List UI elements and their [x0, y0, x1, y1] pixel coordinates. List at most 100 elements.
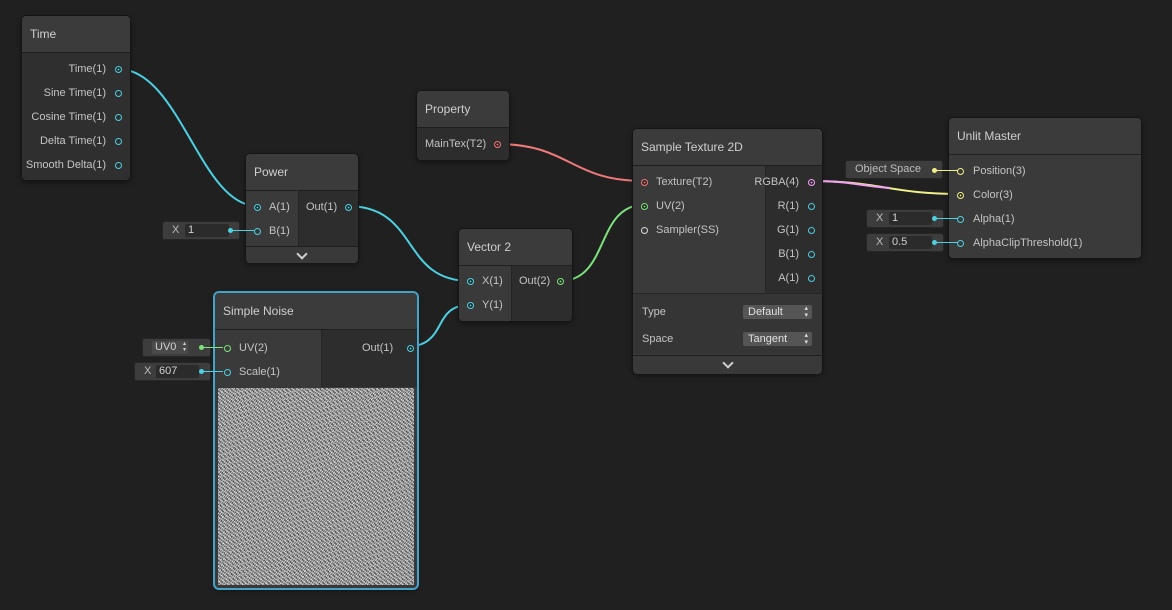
input-ports: UV(2) Scale(1) [215, 330, 321, 387]
port-dot-icon[interactable] [115, 161, 122, 169]
port-label: Out(1) [362, 342, 394, 354]
power-node[interactable]: Power A(1) B(1) Out(1) [246, 154, 358, 263]
port-dot-icon[interactable] [641, 178, 648, 186]
output-out[interactable]: Out(2) [519, 273, 550, 289]
port-dot-icon[interactable] [557, 277, 564, 285]
wire-vector2-to-uv[interactable] [559, 204, 645, 282]
port-label: B(1) [778, 248, 799, 260]
port-dot-icon[interactable] [808, 274, 815, 282]
output-cosine-time[interactable]: Cosine Time(1) [31, 109, 106, 125]
value-input[interactable]: 1 [185, 224, 229, 237]
input-y[interactable]: Y(1) [482, 297, 503, 313]
port-dot-icon[interactable] [808, 250, 815, 258]
port-dot-icon[interactable] [808, 178, 815, 186]
simple-noise-node[interactable]: Simple Noise UV(2) Scale(1) Out(1) [215, 293, 417, 588]
port-label: Out(1) [306, 201, 338, 213]
connection-wires [117, 68, 962, 348]
node-title[interactable]: Property [417, 91, 509, 128]
input-x[interactable]: X(1) [482, 273, 503, 289]
value-input[interactable]: 1 [889, 212, 932, 225]
type-dropdown[interactable]: Default ▴ ▾ [743, 305, 812, 319]
collapse-button[interactable] [633, 355, 822, 374]
up-down-arrows-icon: ▴ ▾ [804, 305, 808, 319]
port-dot-icon[interactable] [224, 368, 231, 376]
port-dot-icon[interactable] [254, 203, 261, 211]
port-dot-icon[interactable] [115, 113, 122, 121]
output-out[interactable]: Out(1) [362, 340, 393, 356]
field-value[interactable]: Object Space [855, 161, 921, 178]
port-dot-icon[interactable] [115, 65, 122, 73]
port-label: MainTex(T2) [425, 138, 487, 150]
input-scale[interactable]: Scale(1) [239, 364, 280, 380]
node-title[interactable]: Power [246, 154, 358, 191]
node-title[interactable]: Unlit Master [949, 118, 1141, 155]
input-ports: Texture(T2) UV(2) Sampler(SS) [633, 166, 765, 293]
port-dot-icon[interactable] [641, 202, 648, 210]
port-dot-icon[interactable] [345, 203, 352, 211]
output-time[interactable]: Time(1) [69, 61, 106, 77]
input-a[interactable]: A(1) [269, 199, 290, 215]
time-node[interactable]: Time Time(1) Sine Time(1) Cosine Time(1)… [22, 16, 130, 180]
output-a[interactable]: A(1) [778, 270, 799, 286]
output-r[interactable]: R(1) [778, 198, 799, 214]
output-g[interactable]: G(1) [777, 222, 799, 238]
chevron-down-icon [296, 248, 308, 260]
wire-rgba-to-color-pink [809, 180, 891, 189]
input-alpha[interactable]: Alpha(1) [973, 211, 1015, 227]
output-rgba[interactable]: RGBA(4) [754, 174, 799, 190]
input-alpha-clip-threshold[interactable]: AlphaClipThreshold(1) [973, 235, 1082, 251]
port-dot-icon[interactable] [224, 344, 231, 352]
space-dropdown[interactable]: Tangent ▴ ▾ [743, 332, 812, 346]
output-out[interactable]: Out(1) [306, 199, 337, 215]
port-dot-icon[interactable] [467, 301, 474, 309]
collapse-button[interactable] [246, 246, 358, 263]
port-dot-icon[interactable] [494, 140, 501, 148]
port-dot-icon[interactable] [115, 89, 122, 97]
output-b[interactable]: B(1) [778, 246, 799, 262]
port-dot-icon[interactable] [957, 167, 964, 175]
field-axis-label: X [144, 365, 152, 377]
port-dot-icon[interactable] [957, 215, 964, 223]
graph-canvas[interactable]: Time Time(1) Sine Time(1) Cosine Time(1)… [0, 0, 1172, 610]
value-input[interactable]: 0.5 [889, 236, 932, 249]
input-texture[interactable]: Texture(T2) [656, 174, 712, 190]
input-uv[interactable]: UV(2) [239, 340, 268, 356]
port-label: X(1) [482, 275, 503, 287]
port-dot-icon[interactable] [407, 344, 414, 352]
port-dot-icon[interactable] [808, 202, 815, 210]
sample-texture-2d-node[interactable]: Sample Texture 2D Texture(T2) UV(2) Samp… [633, 129, 822, 374]
input-position[interactable]: Position(3) [973, 163, 1026, 179]
wire-time-to-power-a[interactable] [117, 68, 258, 207]
wire-property-to-texture[interactable] [496, 143, 645, 182]
output-delta-time[interactable]: Delta Time(1) [40, 133, 106, 149]
input-color[interactable]: Color(3) [973, 187, 1013, 203]
node-title[interactable]: Simple Noise [215, 293, 417, 330]
input-sampler[interactable]: Sampler(SS) [656, 222, 719, 238]
output-maintex[interactable]: MainTex(T2) [425, 136, 486, 152]
port-dot-icon[interactable] [467, 277, 474, 285]
port-label: Texture(T2) [656, 176, 713, 188]
unlit-master-node[interactable]: Unlit Master Position(3) Color(3) Alpha(… [949, 118, 1141, 258]
port-dot-icon[interactable] [641, 226, 648, 234]
port-label: A(1) [269, 201, 290, 213]
port-dot-icon[interactable] [115, 137, 122, 145]
port-dot-icon[interactable] [254, 227, 261, 235]
output-sine-time[interactable]: Sine Time(1) [44, 85, 106, 101]
node-title[interactable]: Vector 2 [459, 229, 572, 266]
port-label: UV(2) [239, 342, 268, 354]
output-smooth-delta[interactable]: Smooth Delta(1) [26, 157, 106, 173]
port-dot-icon[interactable] [808, 226, 815, 234]
uv-channel-select[interactable]: UV0 ▴ ▾ [152, 341, 188, 354]
property-node[interactable]: Property MainTex(T2) [417, 91, 509, 160]
wire-rgba-to-color[interactable] [809, 180, 962, 195]
port-dot-icon[interactable] [957, 239, 964, 247]
node-title[interactable]: Time [22, 16, 130, 53]
node-title[interactable]: Sample Texture 2D [633, 129, 822, 166]
input-uv[interactable]: UV(2) [656, 198, 685, 214]
wire-power-to-vector2-x[interactable] [346, 205, 471, 282]
vector2-node[interactable]: Vector 2 X(1) Y(1) Out(2) [459, 229, 572, 321]
value-input[interactable]: 607 [156, 365, 199, 378]
position-space-field[interactable]: Object Space [846, 161, 942, 178]
port-dot-icon[interactable] [957, 191, 964, 199]
input-b[interactable]: B(1) [269, 223, 290, 239]
